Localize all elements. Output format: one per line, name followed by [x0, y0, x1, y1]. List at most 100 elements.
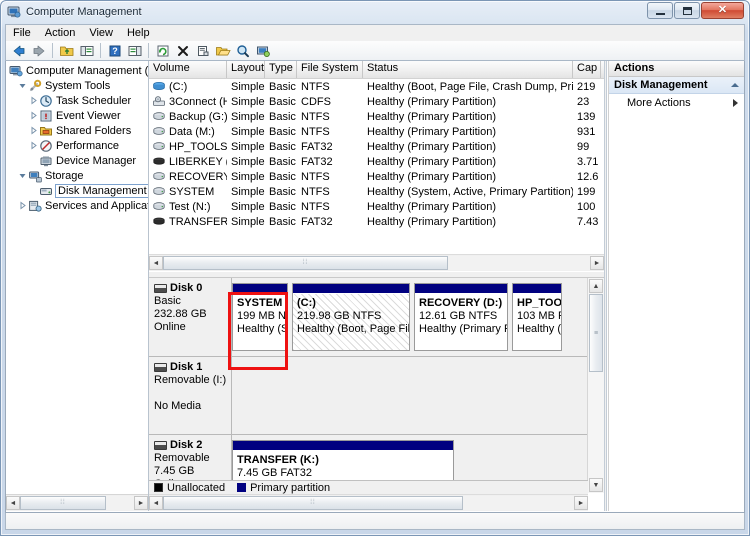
table-row[interactable]: TRANSFER (K:) Simple Basic FAT32 Healthy…	[149, 214, 604, 229]
tree-item-label: Services and Applications	[45, 199, 148, 212]
menu-action[interactable]: Action	[38, 26, 83, 40]
tree-item-device-manager[interactable]: Device Manager	[6, 153, 148, 168]
table-row[interactable]: HP_TOOLS (E:) Simple Basic FAT32 Healthy…	[149, 139, 604, 154]
cell-file-system: NTFS	[301, 170, 330, 183]
table-row[interactable]: Backup (G:) Simple Basic NTFS Healthy (P…	[149, 109, 604, 124]
properties-icon[interactable]	[193, 42, 212, 60]
scroll-thumb[interactable]: ⦙⦙	[20, 496, 106, 510]
toolbar-separator-1	[52, 43, 53, 58]
column-header-type[interactable]: Type	[265, 61, 297, 78]
disk-view-vertical-scrollbar[interactable]: ▲ ≡ ▼	[587, 278, 604, 493]
details-actions-splitter[interactable]	[604, 61, 607, 511]
scroll-track[interactable]	[106, 496, 134, 510]
minimize-button[interactable]	[647, 2, 673, 19]
column-header-volume[interactable]: Volume	[149, 61, 227, 78]
table-row[interactable]: RECOVERY (D:) Simple Basic NTFS Healthy …	[149, 169, 604, 184]
partition-status: Healthy (Primary Pa	[419, 323, 507, 335]
table-row[interactable]: (C:) Simple Basic NTFS Healthy (Boot, Pa…	[149, 79, 604, 94]
expander-expanded-icon[interactable]	[16, 80, 28, 92]
tree-item-computer-management[interactable]: Computer Management (Local	[6, 63, 148, 78]
column-header-status[interactable]: Status	[363, 61, 573, 78]
cell-type: Basic	[269, 95, 296, 108]
partition-hp-tools[interactable]: HP_TOO 103 MB F Healthy (	[512, 283, 562, 351]
table-row[interactable]: 3Connect (H:) Simple Basic CDFS Healthy …	[149, 94, 604, 109]
expander-collapsed-icon[interactable]	[16, 200, 28, 212]
column-header-layout[interactable]: Layout	[227, 61, 265, 78]
actions-group-disk-management[interactable]: Disk Management	[609, 77, 744, 94]
expander-expanded-icon[interactable]	[16, 170, 28, 182]
tree-item-system-tools[interactable]: System Tools	[6, 78, 148, 93]
partition-body: SYSTEM 199 MB N Healthy (S	[233, 294, 287, 350]
expander-collapsed-icon[interactable]	[27, 95, 39, 107]
disk-row-0[interactable]: Disk 0 Basic 232.88 GB Online SYSTEM 199…	[149, 278, 588, 357]
partition-recovery[interactable]: RECOVERY (D:) 12.61 GB NTFS Healthy (Pri…	[414, 283, 508, 351]
caret-right-icon[interactable]	[733, 98, 738, 107]
menu-file[interactable]: File	[6, 26, 38, 40]
close-button[interactable]: ✕	[701, 2, 744, 19]
column-header-capacity[interactable]: Cap	[573, 61, 601, 78]
scroll-left-arrow[interactable]: ◄	[6, 496, 20, 510]
scroll-right-arrow[interactable]: ►	[590, 256, 604, 270]
tree-item-task-scheduler[interactable]: Task Scheduler	[6, 93, 148, 108]
volume-list-horizontal-scrollbar[interactable]: ◄ ⦙⦙ ►	[149, 254, 604, 271]
show-hide-tree-icon[interactable]	[77, 42, 96, 60]
scroll-down-arrow[interactable]: ▼	[589, 478, 603, 492]
disk-canvas: Disk 0 Basic 232.88 GB Online SYSTEM 199…	[149, 278, 588, 493]
cell-capacity: 139	[577, 110, 596, 123]
tree-item-performance[interactable]: Performance	[6, 138, 148, 153]
search-icon[interactable]	[233, 42, 252, 60]
forward-icon[interactable]	[29, 42, 48, 60]
tree-item-shared-folders[interactable]: Shared Folders	[6, 123, 148, 138]
cell-layout: Simple	[231, 200, 265, 213]
caret-up-icon[interactable]	[731, 83, 739, 87]
back-icon[interactable]	[9, 42, 28, 60]
cell-text: SYSTEM	[169, 185, 215, 198]
scroll-thumb[interactable]: ⦙⦙	[163, 496, 463, 510]
disk-view-horizontal-scrollbar[interactable]: ◄ ⦙⦙ ►	[149, 494, 588, 511]
scroll-right-arrow[interactable]: ►	[134, 496, 148, 510]
cell-type: Basic	[269, 125, 296, 138]
cell-text: RECOVERY (D:)	[169, 170, 227, 183]
help-icon[interactable]: ?	[105, 42, 124, 60]
show-hide-action-pane-icon[interactable]	[125, 42, 144, 60]
expander-collapsed-icon[interactable]	[27, 110, 39, 122]
action-more-actions[interactable]: More Actions	[609, 94, 744, 111]
open-folder-icon[interactable]	[213, 42, 232, 60]
menu-view[interactable]: View	[82, 26, 120, 40]
table-row[interactable]: SYSTEM Simple Basic NTFS Healthy (System…	[149, 184, 604, 199]
scroll-left-arrow[interactable]: ◄	[149, 256, 163, 270]
partition-title: SYSTEM	[237, 297, 283, 309]
rescan-disks-icon[interactable]	[253, 42, 272, 60]
up-folder-icon[interactable]	[57, 42, 76, 60]
tree-item-disk-management[interactable]: Disk Management	[6, 183, 148, 198]
tree-horizontal-scrollbar[interactable]: ◄ ⦙⦙ ►	[6, 494, 148, 511]
expander-collapsed-icon[interactable]	[27, 140, 39, 152]
cell-status: Healthy (Primary Partition)	[367, 125, 496, 138]
partition-color-bar	[415, 284, 507, 294]
computer-management-icon	[7, 5, 21, 19]
scroll-right-arrow[interactable]: ►	[574, 496, 588, 510]
cell-status: Healthy (Boot, Page File, Crash Dump, Pr…	[367, 80, 573, 93]
partition-c[interactable]: (C:) 219.98 GB NTFS Healthy (Boot, Page …	[292, 283, 410, 351]
scroll-up-arrow[interactable]: ▲	[589, 279, 603, 293]
table-row[interactable]: Test (N:) Simple Basic NTFS Healthy (Pri…	[149, 199, 604, 214]
cell-capacity: 931	[577, 125, 596, 138]
scroll-thumb[interactable]: ≡	[589, 294, 603, 372]
table-row[interactable]: Data (M:) Simple Basic NTFS Healthy (Pri…	[149, 124, 604, 139]
partition-system[interactable]: SYSTEM 199 MB N Healthy (S	[232, 283, 288, 351]
expander-collapsed-icon[interactable]	[27, 125, 39, 137]
tree-item-event-viewer[interactable]: Event Viewer	[6, 108, 148, 123]
scroll-track[interactable]	[448, 256, 590, 270]
delete-icon[interactable]	[173, 42, 192, 60]
menu-help[interactable]: Help	[120, 26, 157, 40]
scroll-thumb[interactable]: ⦙⦙	[163, 256, 448, 270]
disk-row-1[interactable]: Disk 1 Removable (I:) No Media	[149, 357, 588, 435]
maximize-button[interactable]	[674, 2, 700, 19]
scroll-track[interactable]	[463, 496, 574, 510]
scroll-left-arrow[interactable]: ◄	[149, 496, 163, 510]
table-row[interactable]: LIBERKEY (J:) Simple Basic FAT32 Healthy…	[149, 154, 604, 169]
column-header-file-system[interactable]: File System	[297, 61, 363, 78]
refresh-icon[interactable]	[153, 42, 172, 60]
tree-item-services-and-applications[interactable]: Services and Applications	[6, 198, 148, 213]
tree-item-storage[interactable]: Storage	[6, 168, 148, 183]
